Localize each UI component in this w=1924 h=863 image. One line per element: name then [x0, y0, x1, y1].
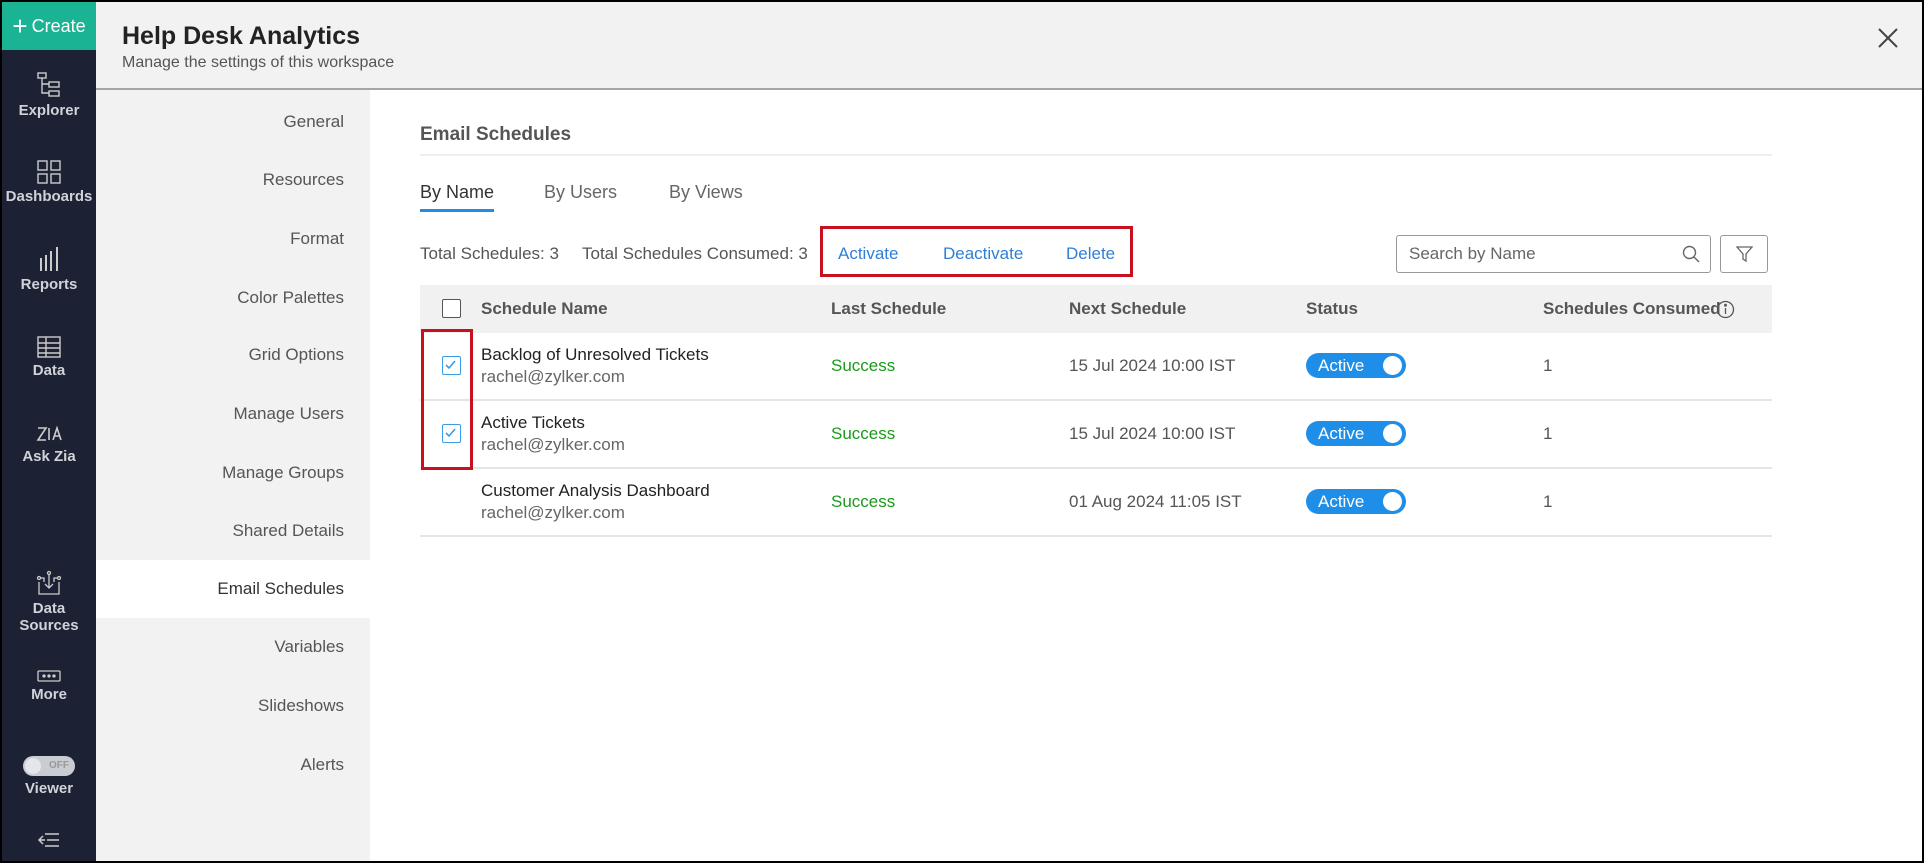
- next-schedule: 15 Jul 2024 10:00 IST: [1069, 356, 1236, 375]
- settings-nav-grid-options[interactable]: Grid Options: [96, 326, 370, 384]
- settings-nav: General Resources Format Color Palettes …: [96, 90, 370, 861]
- viewer-toggle[interactable]: OFF: [23, 756, 75, 776]
- schedule-owner: rachel@zylker.com: [481, 503, 625, 522]
- sidebar-item-label: Explorer: [18, 102, 80, 119]
- last-schedule-status: Success: [831, 356, 896, 375]
- create-button[interactable]: + Create: [2, 2, 96, 50]
- sidebar-item-more[interactable]: More: [2, 670, 96, 703]
- settings-nav-variables[interactable]: Variables: [96, 618, 370, 676]
- app-window: + Create Explorer Dashboards Reports Data…: [2, 2, 1922, 861]
- viewer-mode: OFF Viewer: [2, 756, 96, 797]
- column-next-schedule[interactable]: Next Schedule: [1069, 299, 1186, 319]
- sidebar-item-data-sources[interactable]: Data Sources: [2, 570, 96, 634]
- sidebar-item-dashboards[interactable]: Dashboards: [2, 160, 96, 205]
- collapse-sidebar-button[interactable]: [2, 832, 96, 852]
- workspace-title: Help Desk Analytics: [122, 22, 361, 50]
- schedule-name[interactable]: Backlog of Unresolved Tickets: [481, 345, 709, 365]
- column-schedules-consumed[interactable]: Schedules Consumed: [1543, 299, 1721, 319]
- column-last-schedule[interactable]: Last Schedule: [831, 299, 946, 319]
- next-schedule: 01 Aug 2024 11:05 IST: [1069, 492, 1242, 511]
- viewer-toggle-state: OFF: [49, 760, 69, 771]
- sidebar-item-label: More: [31, 686, 67, 703]
- status-label: Active: [1318, 424, 1365, 443]
- data-icon: [37, 336, 61, 358]
- schedule-name[interactable]: Active Tickets: [481, 413, 585, 433]
- sidebar-item-reports[interactable]: Reports: [2, 246, 96, 293]
- table-row[interactable]: Backlog of Unresolved Tickets rachel@zyl…: [420, 333, 1772, 401]
- status-label: Active: [1318, 492, 1365, 511]
- status-toggle[interactable]: Active: [1306, 489, 1406, 514]
- sidebar-item-label: Sources: [19, 617, 79, 634]
- table-header: Schedule Name Last Schedule Next Schedul…: [420, 285, 1772, 333]
- data-sources-icon: [36, 570, 62, 595]
- column-status[interactable]: Status: [1306, 299, 1358, 319]
- next-schedule: 15 Jul 2024 10:00 IST: [1069, 424, 1236, 443]
- settings-nav-color-palettes[interactable]: Color Palettes: [96, 269, 370, 327]
- status-label: Active: [1318, 356, 1365, 375]
- plus-icon: +: [12, 11, 28, 41]
- table-row[interactable]: Active Tickets rachel@zylker.com Success…: [420, 401, 1772, 469]
- email-schedules-panel: Email Schedules By Name By Users By View…: [370, 90, 1922, 861]
- settings-nav-shared-details[interactable]: Shared Details: [96, 502, 370, 560]
- zia-icon: [36, 425, 62, 441]
- last-schedule-status: Success: [831, 492, 896, 511]
- settings-nav-alerts[interactable]: Alerts: [96, 736, 370, 794]
- section-title: Email Schedules: [420, 124, 572, 145]
- schedule-owner: rachel@zylker.com: [481, 435, 625, 454]
- settings-nav-format[interactable]: Format: [96, 210, 370, 268]
- sidebar-item-label: Dashboards: [5, 188, 93, 205]
- settings-nav-email-schedules[interactable]: Email Schedules: [96, 560, 370, 618]
- status-toggle[interactable]: Active: [1306, 421, 1406, 446]
- select-all-checkbox[interactable]: [442, 299, 461, 318]
- sidebar-item-data[interactable]: Data: [2, 336, 96, 379]
- schedule-name[interactable]: Customer Analysis Dashboard: [481, 481, 710, 501]
- reports-icon: [40, 247, 58, 271]
- schedule-owner: rachel@zylker.com: [481, 367, 625, 386]
- total-schedules-consumed: Total Schedules Consumed: 3: [582, 244, 808, 263]
- main-sidebar: + Create Explorer Dashboards Reports Data…: [2, 2, 96, 861]
- table-row[interactable]: Customer Analysis Dashboard rachel@zylke…: [420, 469, 1772, 537]
- explorer-icon: [37, 72, 60, 97]
- tab-by-users[interactable]: By Users: [544, 182, 617, 209]
- viewer-label: Viewer: [24, 780, 74, 797]
- create-label: Create: [31, 15, 86, 36]
- tab-by-name[interactable]: By Name: [420, 182, 495, 212]
- more-icon: [37, 670, 61, 682]
- deactivate-button[interactable]: Deactivate: [943, 244, 1023, 264]
- sidebar-item-label: Data: [32, 362, 66, 379]
- schedules-consumed: 1: [1543, 492, 1553, 511]
- sidebar-item-explorer[interactable]: Explorer: [2, 72, 96, 119]
- highlight-box: [421, 329, 473, 470]
- tab-by-views[interactable]: By Views: [669, 182, 743, 209]
- settings-nav-manage-users[interactable]: Manage Users: [96, 385, 370, 443]
- delete-button[interactable]: Delete: [1066, 244, 1115, 264]
- search-icon: [1682, 245, 1700, 263]
- header: Help Desk Analytics Manage the settings …: [96, 2, 1922, 90]
- filter-button[interactable]: [1720, 235, 1768, 273]
- search-input[interactable]: Search by Name: [1396, 235, 1711, 273]
- total-schedules: Total Schedules: 3: [420, 244, 559, 263]
- schedules-consumed: 1: [1543, 424, 1553, 443]
- close-icon[interactable]: [1876, 26, 1900, 50]
- settings-nav-general[interactable]: General: [96, 93, 370, 151]
- info-icon[interactable]: [1716, 300, 1735, 319]
- status-toggle[interactable]: Active: [1306, 353, 1406, 378]
- settings-nav-manage-groups[interactable]: Manage Groups: [96, 444, 370, 502]
- activate-button[interactable]: Activate: [838, 244, 898, 264]
- settings-nav-slideshows[interactable]: Slideshows: [96, 677, 370, 735]
- collapse-icon: [37, 833, 59, 847]
- dashboards-icon: [37, 160, 61, 184]
- sidebar-item-label: Data: [32, 600, 66, 617]
- sidebar-item-label: Reports: [20, 276, 78, 293]
- last-schedule-status: Success: [831, 424, 896, 443]
- search-placeholder: Search by Name: [1409, 244, 1536, 263]
- column-schedule-name[interactable]: Schedule Name: [481, 299, 608, 319]
- schedules-consumed: 1: [1543, 356, 1553, 375]
- workspace-subtitle: Manage the settings of this workspace: [122, 54, 395, 71]
- sidebar-item-ask-zia[interactable]: Ask Zia: [2, 424, 96, 465]
- filter-icon: [1736, 246, 1753, 263]
- divider: [420, 154, 1772, 156]
- settings-nav-resources[interactable]: Resources: [96, 151, 370, 209]
- sidebar-item-label: Ask Zia: [22, 448, 76, 465]
